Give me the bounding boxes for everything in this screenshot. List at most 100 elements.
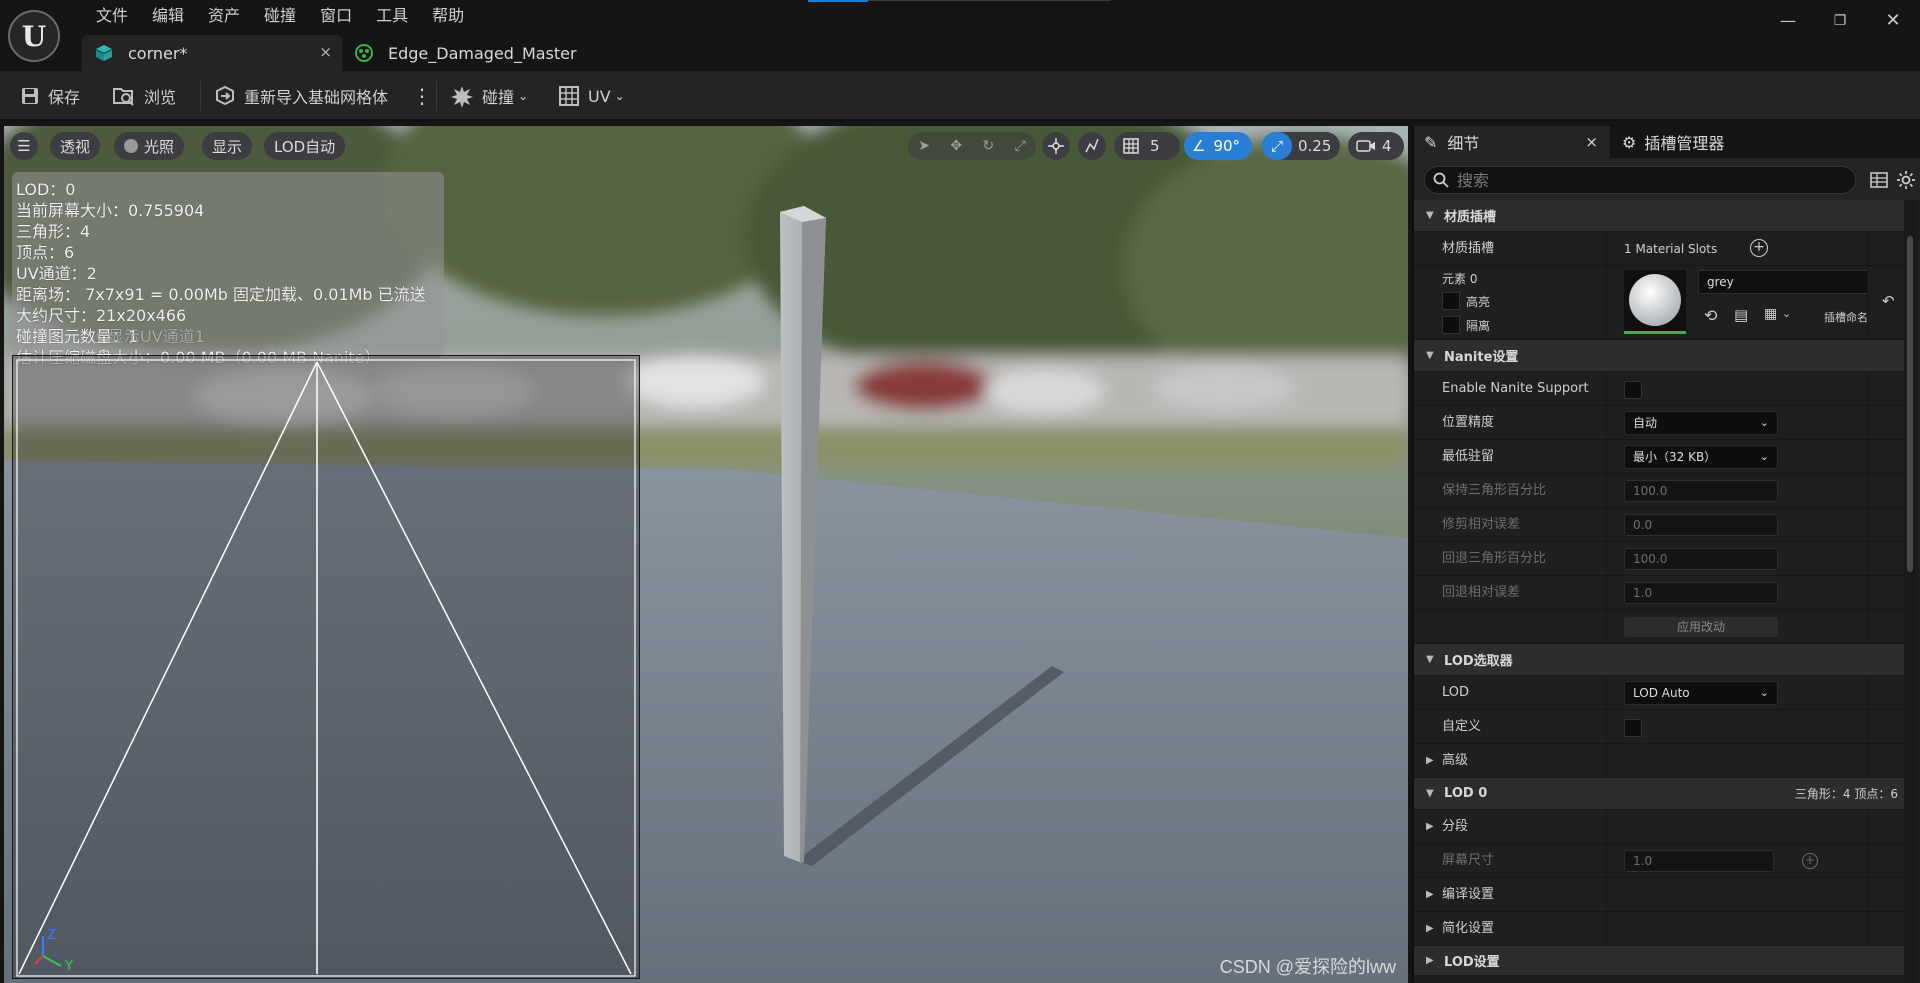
more-options-icon[interactable]: ⋮	[412, 81, 432, 111]
tab-details[interactable]: ✎ 细节 ×	[1414, 126, 1610, 158]
fallback-error-field[interactable]: 1.0	[1624, 582, 1778, 604]
column-divider	[1606, 878, 1607, 911]
collision-dropdown[interactable]: 碰撞 ⌄	[450, 81, 528, 111]
row-reduction-settings[interactable]: ▶ 简化设置	[1414, 912, 1904, 946]
min-residency-dropdown[interactable]: 最小（32 KB） ⌄	[1624, 445, 1778, 469]
menu-edit[interactable]: 编辑	[140, 4, 196, 28]
menu-help[interactable]: 帮助	[420, 4, 476, 28]
tab-close-icon[interactable]: ×	[319, 43, 332, 61]
column-divider	[1867, 810, 1868, 843]
slot-name-label: 插槽命名	[1824, 311, 1868, 324]
details-scrollbar[interactable]	[1904, 200, 1916, 983]
menu-asset[interactable]: 资产	[196, 4, 252, 28]
tab-socket-manager[interactable]: ⚙ 插槽管理器	[1622, 126, 1822, 158]
screen-size-field[interactable]: 1.0	[1624, 850, 1774, 872]
static-mesh-icon	[94, 43, 114, 63]
add-screen-size-icon[interactable]: +	[1802, 853, 1818, 869]
highlight-checkbox[interactable]	[1442, 292, 1460, 310]
scrollbar-thumb[interactable]	[1907, 236, 1913, 572]
perspective-button[interactable]: 透视	[50, 132, 101, 160]
restore-button[interactable]: ❐	[1824, 8, 1856, 34]
section-material-slots[interactable]: ▼ 材质插槽	[1414, 200, 1904, 232]
minimize-button[interactable]: —	[1772, 8, 1804, 34]
section-lod-picker[interactable]: ▼ LOD选取器	[1414, 644, 1904, 676]
camera-speed-group[interactable]: 4	[1348, 132, 1404, 160]
add-slot-icon[interactable]: +	[1750, 239, 1768, 257]
lit-button[interactable]: 光照	[114, 132, 185, 160]
enable-nanite-checkbox[interactable]	[1624, 381, 1642, 399]
row-build-settings[interactable]: ▶ 编译设置	[1414, 878, 1904, 912]
scale-snap-group[interactable]: ⤢ 0.25	[1262, 132, 1340, 160]
axis-z-label: Z	[47, 928, 56, 943]
advanced-label: 高级	[1442, 753, 1469, 768]
material-thumbnail[interactable]	[1624, 270, 1686, 334]
uv-dropdown[interactable]: UV ⌄	[558, 81, 625, 111]
rotate-icon[interactable]: ↻	[982, 138, 994, 154]
menu-tools[interactable]: 工具	[364, 4, 420, 28]
surface-snap-icon[interactable]	[1078, 132, 1106, 160]
column-divider	[1606, 844, 1607, 877]
tab-corner[interactable]: corner* ×	[82, 35, 342, 71]
keep-percent-field[interactable]: 100.0	[1624, 480, 1778, 502]
section-nanite[interactable]: ▼ Nanite设置	[1414, 340, 1904, 372]
lod0-info: 三角形：4 顶点：6	[1794, 787, 1898, 801]
tab-label: Edge_Damaged_Master	[388, 43, 577, 63]
menu-window[interactable]: 窗口	[308, 4, 364, 28]
save-button[interactable]: 保存	[20, 81, 80, 111]
world-local-icon[interactable]	[1042, 132, 1070, 160]
column-divider	[1606, 610, 1607, 643]
custom-checkbox[interactable]	[1624, 719, 1642, 737]
toolbar-divider	[436, 81, 437, 111]
unreal-logo-icon[interactable]: U	[8, 10, 60, 62]
trim-error-field[interactable]: 0.0	[1624, 514, 1778, 536]
tab-edge-damaged-master[interactable]: Edge_Damaged_Master	[342, 35, 582, 71]
column-divider	[1606, 372, 1607, 405]
reimport-icon	[216, 85, 234, 106]
show-button[interactable]: 显示	[202, 132, 253, 160]
lod-dropdown[interactable]: LOD Auto ⌄	[1624, 681, 1778, 705]
viewport-menu-icon[interactable]: ☰	[10, 132, 38, 160]
keep-percent-label: 保持三角形百分比	[1442, 483, 1547, 498]
caret-down-icon: ▼	[1426, 350, 1434, 361]
details-tab-bar: ✎ 细节 × ⚙ 插槽管理器	[1414, 126, 1920, 158]
isolate-checkbox[interactable]	[1442, 316, 1460, 334]
use-selected-icon[interactable]: ⟲	[1704, 306, 1717, 325]
search-field[interactable]	[1424, 166, 1856, 194]
column-divider	[1867, 266, 1868, 339]
caret-down-icon: ▼	[1426, 788, 1434, 799]
position-precision-dropdown[interactable]: 自动 ⌄	[1624, 411, 1778, 435]
close-window-button[interactable]: ✕	[1877, 8, 1909, 34]
column-divider	[1867, 542, 1868, 575]
rotation-snap-group[interactable]: ∠ 90°	[1184, 132, 1252, 160]
mesh-viewport[interactable]: ☰ 透视 光照 显示 LOD自动 ➤ ✥ ↻ ⤢ 5 ∠ 90° ⤢ 0.25 …	[4, 126, 1408, 983]
chevron-down-icon[interactable]: ⌄	[1782, 307, 1791, 320]
fallback-percent-field[interactable]: 100.0	[1624, 548, 1778, 570]
browse-asset-icon[interactable]: ▤	[1734, 306, 1748, 324]
reimport-base-mesh-button[interactable]: 重新导入基础网格体	[214, 81, 388, 111]
menu-collision[interactable]: 碰撞	[252, 4, 308, 28]
grid-snap-group[interactable]: 5	[1114, 132, 1180, 160]
lod-auto-button[interactable]: LOD自动	[264, 132, 346, 160]
socket-icon: ⚙	[1622, 132, 1637, 152]
select-icon[interactable]: ➤	[918, 138, 930, 154]
caret-right-icon: ▶	[1426, 923, 1434, 934]
move-icon[interactable]: ✥	[950, 138, 962, 154]
settings-gear-icon[interactable]	[1896, 170, 1916, 190]
row-sections[interactable]: ▶ 分段	[1414, 810, 1904, 844]
checker-icon[interactable]: ▦	[1764, 306, 1777, 322]
column-divider	[1867, 676, 1868, 709]
table-view-icon[interactable]	[1870, 171, 1888, 189]
asset-tabs: corner* × Edge_Damaged_Master	[82, 35, 582, 71]
section-lod-settings[interactable]: ▶ LOD设置	[1414, 946, 1904, 976]
scale-icon[interactable]: ⤢	[1015, 138, 1026, 154]
row-advanced[interactable]: ▶ 高级	[1414, 744, 1904, 778]
column-divider	[1606, 542, 1607, 575]
apply-changes-button[interactable]: 应用改动	[1624, 617, 1778, 637]
reset-arrow-icon[interactable]: ↶	[1882, 292, 1895, 310]
browse-button[interactable]: 浏览	[112, 81, 176, 111]
search-input[interactable]	[1457, 170, 1837, 190]
tab-close-icon[interactable]: ×	[1585, 133, 1598, 151]
section-lod0[interactable]: ▼ LOD 0 三角形：4 顶点：6	[1414, 778, 1904, 810]
material-name-field[interactable]: grey	[1698, 270, 1868, 294]
menu-file[interactable]: 文件	[84, 4, 140, 28]
